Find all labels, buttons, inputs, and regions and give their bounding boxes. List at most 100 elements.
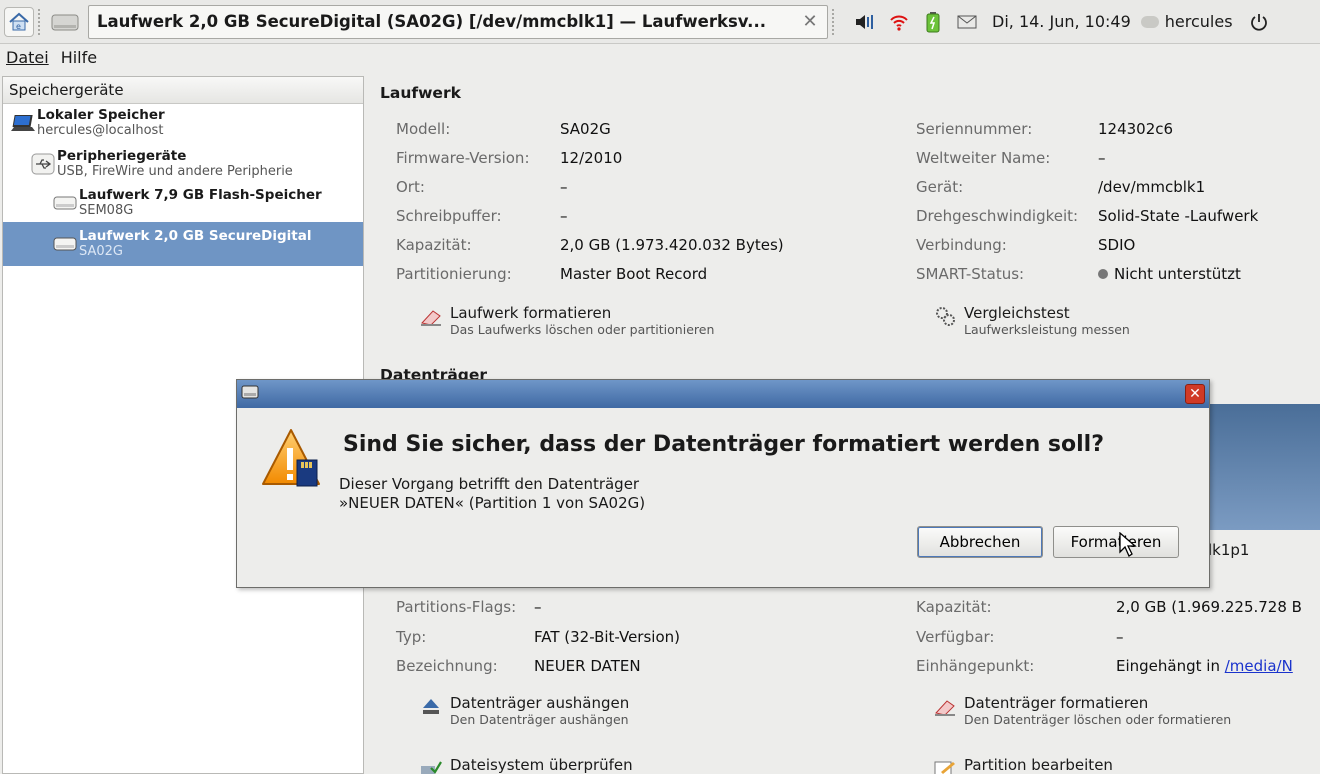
field-label: Kapazität: [916,598,992,616]
sidebar-header[interactable]: Speichergeräte [3,77,363,104]
format-drive-action[interactable]: Laufwerk formatieren Das Laufwerks lösch… [416,304,714,338]
action-label: Partition bearbeiten [964,756,1113,774]
taskbar-separator [38,8,44,35]
check-filesystem-icon [416,756,446,774]
volume-capacity-row: Kapazität: 2,0 GB (1.969.225.728 B [916,598,1302,616]
drive-smart-row: SMART-Status: Nicht unterstützt [916,265,1241,283]
field-value: SA02G [560,120,611,138]
sidebar-item-title: Laufwerk 2,0 GB SecureDigital [79,228,312,244]
drive-model-row: Modell: SA02G [396,120,611,138]
action-description: Den Datenträger löschen oder formatieren [964,712,1232,727]
field-label: Partitionierung: [396,265,512,283]
drive-partitioning-row: Partitionierung: Master Boot Record [396,265,707,283]
volume-graphic[interactable] [1200,404,1320,530]
field-label: Verfügbar: [916,628,995,646]
gears-icon [930,304,960,328]
menubar: Datei Hilfe [0,44,1320,70]
menu-help[interactable]: Hilfe [55,48,103,67]
field-value: – [560,207,568,225]
sidebar-item-subtitle: hercules@localhost [37,123,164,138]
field-value: FAT (32-Bit-Version) [534,628,680,646]
field-value: SDIO [1098,236,1136,254]
drive-writecache-row: Schreibpuffer: – [396,207,568,225]
unmount-volume-action[interactable]: Datenträger aushängen Den Datenträger au… [416,694,629,728]
sidebar-item-subtitle: SA02G [79,244,124,259]
drive-wwn-row: Weltweiter Name: – [916,149,1106,167]
sidebar-item-peripherals[interactable]: Peripheriegeräte USB, FireWire und ander… [3,144,363,184]
edit-icon [930,756,960,774]
action-description: Den Datenträger aushängen [450,712,629,727]
sidebar-item-subtitle: SEM08G [79,203,134,218]
user-menu[interactable]: hercules [1140,12,1233,31]
taskbar: e Laufwerk 2,0 GB SecureDigital (SA02G) … [0,0,1320,44]
dialog-heading: Sind Sie sicher, dass der Datenträger fo… [343,432,1104,457]
drive-icon [51,194,79,212]
drive-rotation-row: Drehgeschwindigkeit: Solid-State -Laufwer… [916,207,1258,225]
field-value: Eingehängt in [1116,657,1220,675]
cancel-button[interactable]: Abbrechen [917,526,1043,558]
close-icon[interactable]: ✕ [1185,384,1205,404]
action-description: Laufwerksleistung messen [964,322,1130,337]
field-label: Verbindung: [916,236,1007,254]
mouse-cursor-icon [1119,531,1137,562]
laptop-icon [9,113,37,133]
sidebar-item-title: Laufwerk 7,9 GB Flash-Speicher [79,187,322,203]
user-icon [1140,15,1159,28]
field-label: Kapazität: [396,236,472,254]
warning-icon [261,426,325,494]
field-label: Bezeichnung: [396,657,498,675]
field-label: Weltweiter Name: [916,149,1051,167]
benchmark-action[interactable]: Vergleichstest Laufwerksleistung messen [930,304,1130,338]
power-icon[interactable] [1247,10,1271,34]
field-value: Master Boot Record [560,265,708,283]
field-label: SMART-Status: [916,265,1025,283]
menu-file[interactable]: Datei [0,48,55,67]
sidebar-item-flash-drive[interactable]: Laufwerk 7,9 GB Flash-Speicher SEM08G [3,184,363,222]
format-volume-action[interactable]: Datenträger formatieren Den Datenträger … [930,694,1231,728]
field-value: 12/2010 [560,149,623,167]
mail-icon[interactable] [955,10,979,34]
field-value: 124302c6 [1098,120,1174,138]
sidebar-item-local-storage[interactable]: Lokaler Speicher hercules@localhost [3,104,363,142]
edit-partition-action[interactable]: Partition bearbeiten [930,756,1113,774]
field-value: – [534,598,542,616]
field-label: Partitions-Flags: [396,598,517,616]
field-value: /dev/mmcblk1 [1098,178,1206,196]
dialog-titlebar[interactable]: ✕ [237,380,1209,408]
wifi-icon[interactable] [887,10,911,34]
field-value: Nicht unterstützt [1114,265,1241,283]
field-label: Firmware-Version: [396,149,530,167]
field-value: 2,0 GB (1.969.225.728 B [1116,598,1302,616]
close-icon[interactable]: ✕ [799,11,821,33]
drive-device-row: Gerät: /dev/mmcblk1 [916,178,1205,196]
format-button[interactable]: Formatieren [1053,526,1179,558]
volume-label-row: Bezeichnung: NEUER DATEN [396,657,641,675]
dialog-body-line: »NEUER DATEN« (Partition 1 von SA02G) [339,494,646,512]
volume-icon[interactable] [853,10,877,34]
eraser-icon [416,304,446,328]
home-icon[interactable]: e [4,6,34,37]
eject-icon [416,694,446,718]
mountpoint-link[interactable]: /media/N [1225,657,1293,675]
user-name: hercules [1164,12,1233,31]
sidebar-item-title: Lokaler Speicher [37,107,165,123]
confirm-format-dialog: ✕ Sind Sie sicher, dass der Datenträger … [236,379,1210,588]
taskbar-window-title: Laufwerk 2,0 GB SecureDigital (SA02G) [/… [97,12,766,31]
sidebar-item-title: Peripheriegeräte [57,148,187,164]
drive-connection-row: Verbindung: SDIO [916,236,1135,254]
drive-section-title: Laufwerk [380,84,461,102]
action-description: Das Laufwerks löschen oder partitioniere… [450,322,715,337]
partition-flags-row: Partitions-Flags: – [396,598,542,616]
field-label: Schreibpuffer: [396,207,502,225]
clock[interactable]: Di, 14. Jun, 10:49 [992,12,1131,31]
action-label: Datenträger aushängen [450,694,630,712]
check-filesystem-action[interactable]: Dateisystem überprüfen [416,756,633,774]
system-tray: Di, 14. Jun, 10:49 hercules [848,0,1276,44]
drive-icon [48,9,82,35]
drive-firmware-row: Firmware-Version: 12/2010 [396,149,622,167]
sidebar-item-sd-card[interactable]: Laufwerk 2,0 GB SecureDigital SA02G [3,222,363,266]
field-label: Gerät: [916,178,964,196]
battery-icon[interactable] [921,10,945,34]
field-label: Typ: [396,628,427,646]
taskbar-window-button[interactable]: Laufwerk 2,0 GB SecureDigital (SA02G) [/… [88,4,828,39]
